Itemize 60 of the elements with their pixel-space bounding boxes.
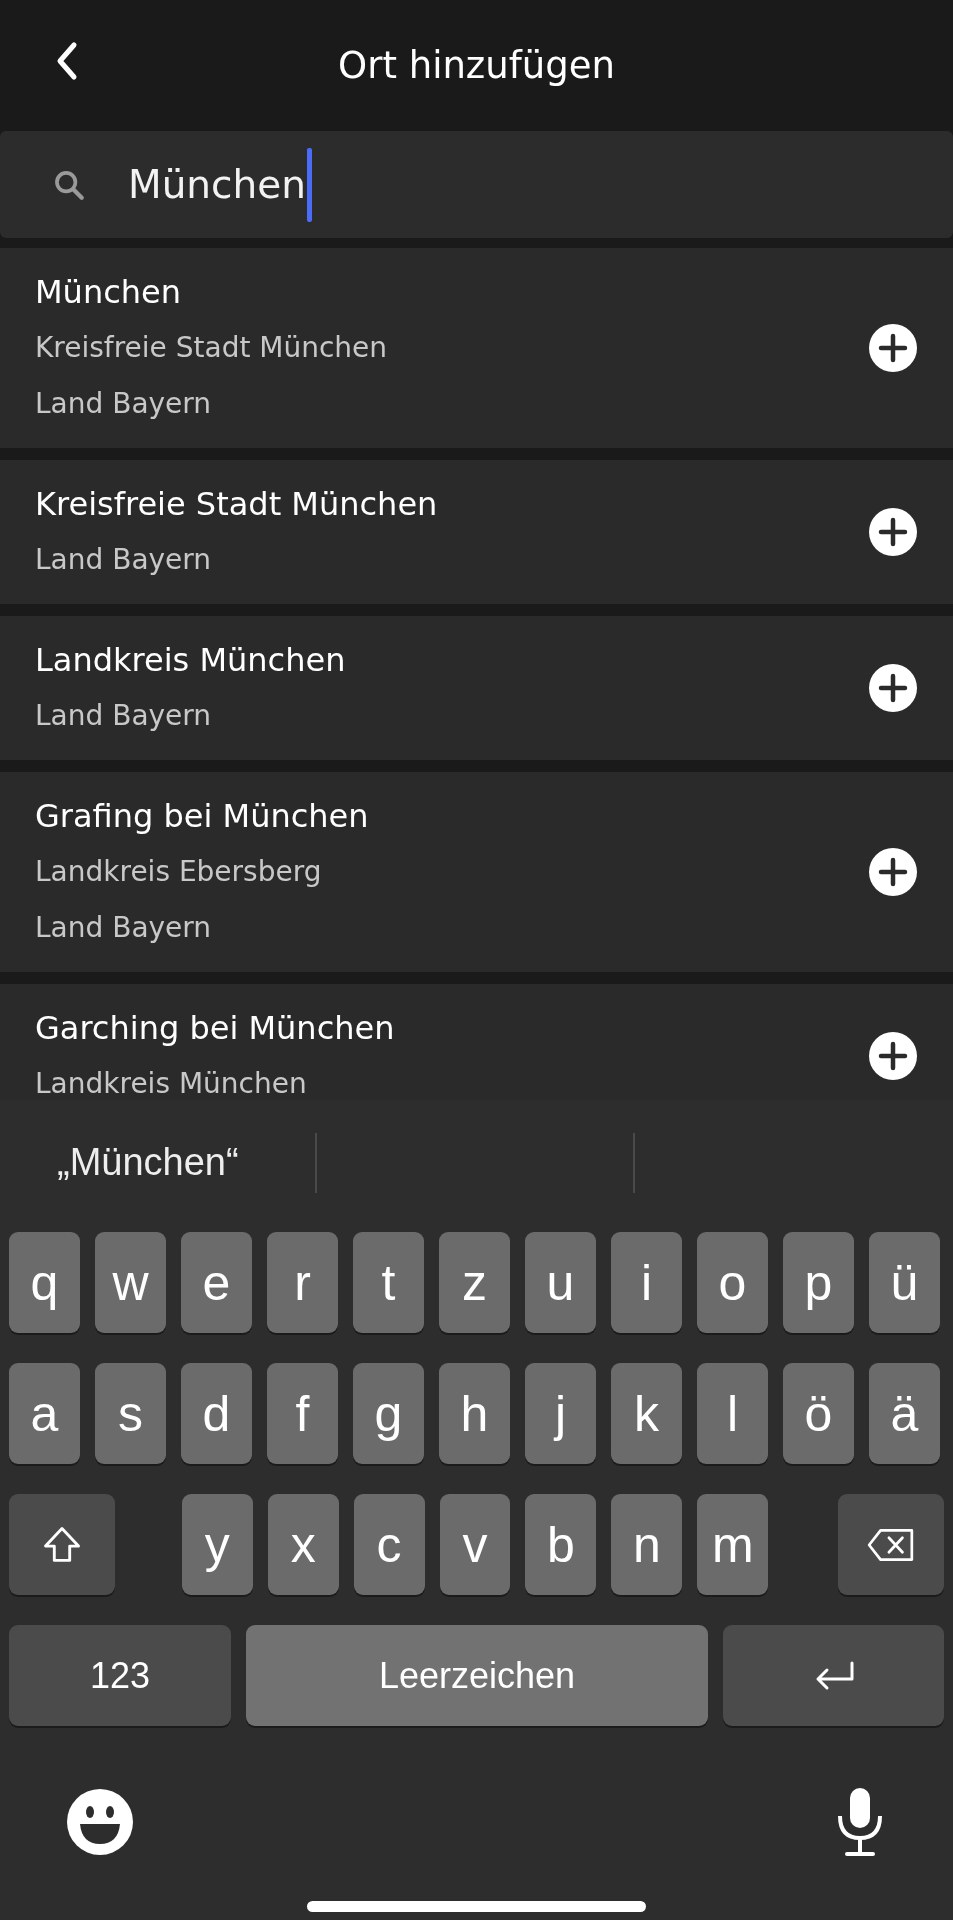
letter-key[interactable]: o <box>697 1232 768 1333</box>
letter-key[interactable]: w <box>95 1232 166 1333</box>
emoji-icon[interactable] <box>66 1788 134 1856</box>
result-item[interactable]: Grafing bei München Landkreis Ebersberg Land Bayern <box>0 772 953 972</box>
add-icon[interactable] <box>869 508 917 556</box>
letter-key[interactable]: i <box>611 1232 682 1333</box>
space-key[interactable]: Leerzeichen <box>246 1625 708 1726</box>
place-name: Kreisfreie Stadt München <box>35 484 439 525</box>
letter-key[interactable]: c <box>353 1494 425 1595</box>
letter-key[interactable]: s <box>95 1363 166 1464</box>
add-icon[interactable] <box>869 664 917 712</box>
letter-key[interactable]: d <box>181 1363 252 1464</box>
search-field[interactable]: München <box>0 131 953 238</box>
result-item[interactable]: München Kreisfreie Stadt München Land Bayern <box>0 248 953 448</box>
page-title: Ort hinzufügen <box>338 44 615 87</box>
letter-key[interactable]: u <box>525 1232 596 1333</box>
numbers-key[interactable]: 123 <box>9 1625 231 1726</box>
place-name: München <box>35 272 182 313</box>
letter-key[interactable]: m <box>697 1494 769 1595</box>
add-icon[interactable] <box>869 324 917 372</box>
add-icon[interactable] <box>869 1032 917 1080</box>
add-icon[interactable] <box>869 848 917 896</box>
letter-key[interactable]: v <box>439 1494 511 1595</box>
result-item[interactable]: Landkreis München Land Bayern <box>0 616 953 760</box>
letter-key[interactable]: l <box>697 1363 768 1464</box>
letter-key[interactable]: h <box>439 1363 510 1464</box>
letter-key[interactable]: t <box>353 1232 424 1333</box>
letter-key[interactable]: g <box>353 1363 424 1464</box>
letter-key[interactable]: r <box>267 1232 338 1333</box>
letter-key[interactable]: ä <box>869 1363 940 1464</box>
place-region: Kreisfreie Stadt München <box>35 330 389 366</box>
letter-key[interactable]: z <box>439 1232 510 1333</box>
letter-key[interactable]: p <box>783 1232 854 1333</box>
place-name: Landkreis München <box>35 640 347 681</box>
letter-key[interactable]: n <box>611 1494 683 1595</box>
place-name: Garching bei München <box>35 1008 396 1049</box>
letter-key[interactable]: a <box>9 1363 80 1464</box>
delete-key[interactable] <box>838 1494 945 1595</box>
letter-key[interactable]: q <box>9 1232 80 1333</box>
letter-key[interactable]: f <box>267 1363 338 1464</box>
result-item[interactable]: Garching bei München Landkreis München <box>0 984 953 1100</box>
result-item[interactable]: Kreisfreie Stadt München Land Bayern <box>0 460 953 604</box>
letter-key[interactable]: x <box>267 1494 339 1595</box>
place-region: Land Bayern <box>35 386 213 422</box>
shift-key[interactable] <box>9 1494 115 1595</box>
letter-key[interactable]: b <box>525 1494 597 1595</box>
place-region: Land Bayern <box>35 698 213 734</box>
letter-key[interactable]: ö <box>783 1363 854 1464</box>
letter-key[interactable]: y <box>181 1494 253 1595</box>
word-suggestion[interactable]: „München“ <box>57 1141 239 1184</box>
microphone-icon[interactable] <box>835 1786 885 1858</box>
place-region: Land Bayern <box>35 542 213 578</box>
letter-key[interactable]: j <box>525 1363 596 1464</box>
letter-key[interactable]: ü <box>869 1232 940 1333</box>
place-region: Landkreis München <box>35 1066 308 1100</box>
letter-key[interactable]: k <box>611 1363 682 1464</box>
letter-key[interactable]: e <box>181 1232 252 1333</box>
place-region: Landkreis Ebersberg <box>35 854 323 890</box>
place-region: Land Bayern <box>35 910 213 946</box>
place-name: Grafing bei München <box>35 796 370 837</box>
